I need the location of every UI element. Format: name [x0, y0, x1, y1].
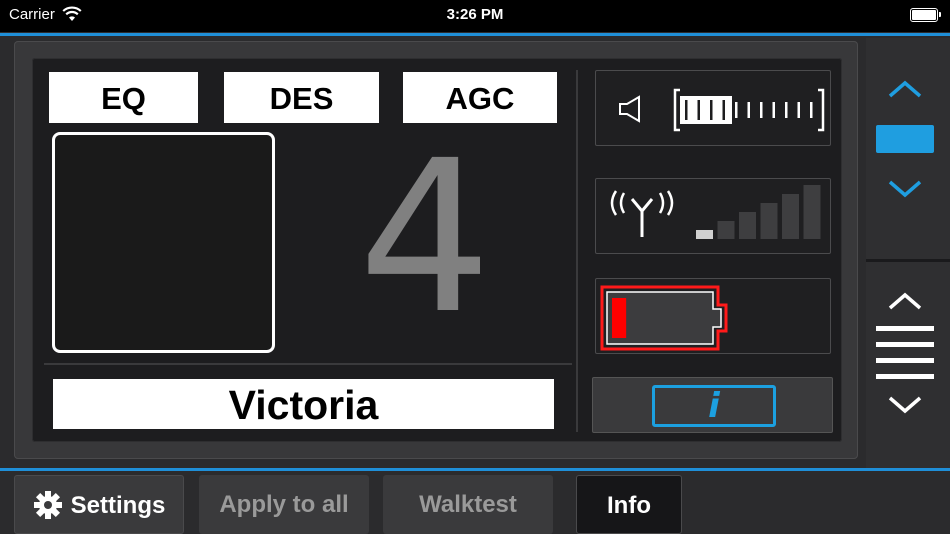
des-button[interactable]: DES: [224, 72, 379, 123]
app-root: Carrier 3:26 PM EQ DES AGC 4 Victoria i …: [0, 0, 950, 534]
panel-divider-vertical: [576, 70, 578, 432]
top-accent-line: [0, 33, 950, 36]
signal-bar: [803, 185, 821, 239]
volume-tick: [735, 102, 738, 118]
tab-walktest[interactable]: Walktest: [383, 475, 553, 534]
volume-bracket-right: [818, 88, 825, 132]
status-time: 3:26 PM: [446, 6, 504, 23]
signal-bar: [760, 203, 778, 239]
volume-tick: [747, 102, 750, 118]
info-button[interactable]: i: [652, 385, 776, 427]
status-bar: Carrier 3:26 PM: [0, 0, 950, 32]
menu-lines-icon[interactable]: [874, 323, 936, 381]
battery-indicator: [595, 278, 831, 354]
tab-apply-to-all[interactable]: Apply to all: [199, 475, 369, 534]
status-battery-icon: [910, 8, 941, 22]
preview-screen[interactable]: [52, 132, 275, 353]
volume-indicator[interactable]: [595, 70, 831, 146]
bottom-accent-line: [0, 468, 950, 471]
signal-bar: [717, 221, 735, 239]
menu-down-icon[interactable]: [886, 394, 924, 416]
volume-tick: [722, 100, 725, 120]
signal-bar: [739, 212, 756, 239]
volume-tick: [785, 102, 788, 118]
volume-tick: [760, 102, 763, 118]
signal-indicator: [595, 178, 831, 254]
antenna-icon: [610, 190, 674, 237]
channel-number: 4: [358, 115, 492, 360]
volume-bracket-left: [673, 88, 680, 132]
volume-tick: [772, 102, 775, 118]
eq-button[interactable]: EQ: [49, 72, 198, 123]
volume-tick: [710, 100, 713, 120]
side-nav-separator: [866, 259, 950, 262]
volume-tick: [797, 102, 800, 118]
signal-bar: [696, 230, 713, 239]
channel-up-icon[interactable]: [886, 78, 924, 100]
tab-settings[interactable]: Settings: [14, 475, 184, 534]
volume-tick: [810, 102, 813, 118]
signal-bar: [782, 194, 799, 239]
carrier-label: Carrier: [9, 6, 55, 23]
battery-icon: [600, 285, 728, 351]
channel-down-icon[interactable]: [886, 178, 924, 200]
tab-settings-label: Settings: [70, 492, 166, 519]
battery-level-fill: [612, 298, 627, 338]
panel-divider-horizontal: [44, 363, 572, 365]
signal-bars: [696, 185, 821, 239]
channel-indicator: [876, 125, 934, 153]
info-button-frame[interactable]: i: [592, 377, 833, 433]
device-name[interactable]: Victoria: [53, 379, 554, 429]
volume-tick: [697, 100, 700, 120]
gear-icon: [33, 490, 62, 519]
menu-up-icon[interactable]: [886, 290, 924, 312]
volume-tick: [685, 100, 688, 120]
wifi-icon: [62, 6, 82, 21]
tab-info[interactable]: Info: [576, 475, 682, 534]
volume-meter: [673, 88, 825, 132]
speaker-icon: [619, 95, 640, 123]
